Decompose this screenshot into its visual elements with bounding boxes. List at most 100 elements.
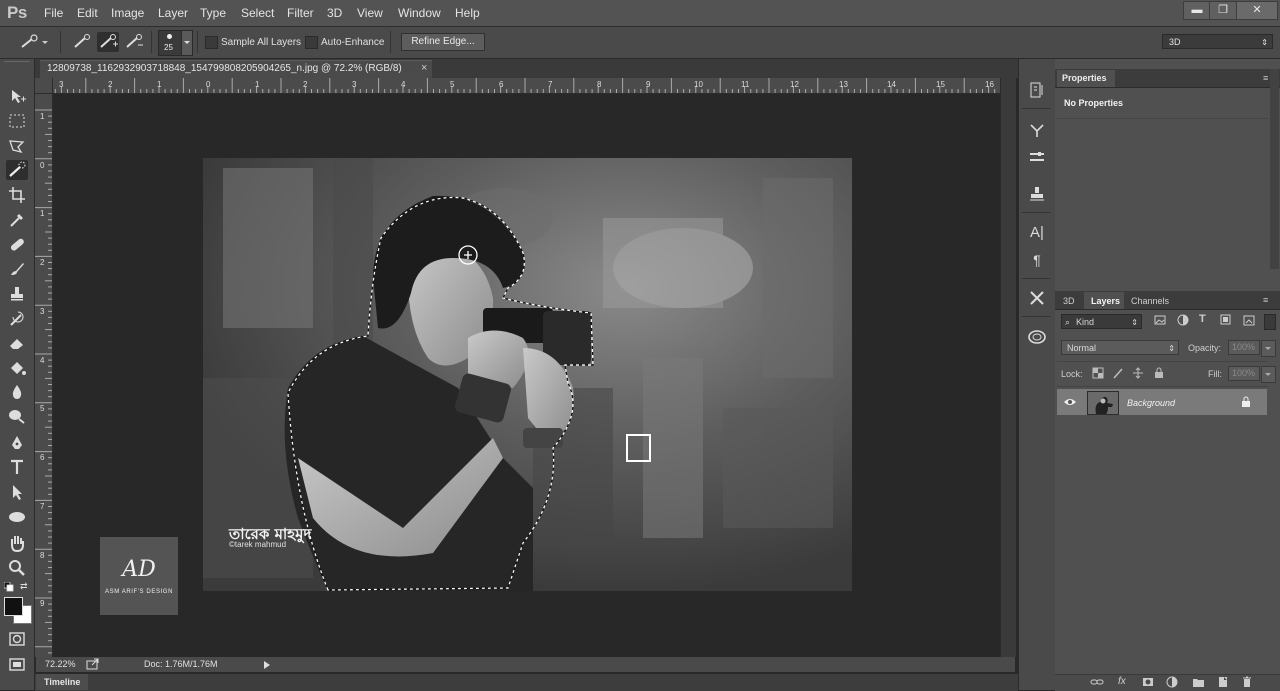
add-mask-icon[interactable] <box>1142 676 1154 691</box>
menu-window[interactable]: Window <box>398 6 441 20</box>
opacity-dropdown[interactable] <box>1261 340 1276 357</box>
properties-scrollbar[interactable] <box>1270 69 1279 269</box>
lock-pixels-icon[interactable] <box>1112 367 1124 379</box>
export-icon[interactable] <box>86 658 100 670</box>
shape-tool[interactable] <box>6 507 28 527</box>
brush-tool[interactable] <box>6 259 28 279</box>
healing-brush-tool[interactable] <box>6 235 28 255</box>
new-adjustment-layer-icon[interactable] <box>1166 676 1178 691</box>
fill-dropdown[interactable] <box>1261 366 1276 383</box>
delete-layer-icon[interactable] <box>1241 676 1253 691</box>
ruler-horizontal[interactable]: 3 2 1 0 1 2 3 4 5 6 7 8 9 10 11 12 13 14… <box>35 78 1000 94</box>
lock-position-icon[interactable] <box>1132 367 1144 379</box>
auto-enhance-checkbox[interactable] <box>305 36 318 49</box>
new-selection-mode[interactable] <box>72 33 92 51</box>
link-layers-icon[interactable] <box>1090 676 1104 691</box>
eraser-tool[interactable] <box>6 333 28 353</box>
filter-shape-icon[interactable] <box>1220 314 1232 326</box>
menu-file[interactable]: File <box>44 6 63 20</box>
new-layer-icon[interactable] <box>1217 676 1229 691</box>
subtract-from-selection-mode[interactable] <box>124 33 144 51</box>
refine-edge-button[interactable]: Refine Edge... <box>401 33 485 51</box>
blur-tool[interactable] <box>6 382 28 402</box>
type-tool[interactable] <box>6 457 28 477</box>
menu-view[interactable]: View <box>357 6 383 20</box>
document-image[interactable]: তারেক মাহমুদ ©tarek mahmud <box>203 158 852 591</box>
filter-adjustment-icon[interactable] <box>1177 314 1189 326</box>
character-panel-icon[interactable]: A| <box>1027 223 1047 243</box>
brush-size-picker[interactable]: 25 <box>158 30 182 56</box>
lock-transparent-icon[interactable] <box>1092 367 1104 379</box>
path-selection-tool[interactable] <box>6 482 28 502</box>
toolbar-grip[interactable] <box>4 61 30 67</box>
tab-layers[interactable]: Layers <box>1091 296 1120 306</box>
clone-source-panel-icon[interactable] <box>1027 184 1047 204</box>
panel-menu-icon[interactable]: ≡ <box>1263 295 1268 305</box>
status-menu-arrow-icon[interactable] <box>263 660 271 670</box>
filter-toggle[interactable] <box>1264 314 1276 330</box>
menu-type[interactable]: Type <box>200 6 226 20</box>
eyedropper-tool[interactable] <box>6 209 28 229</box>
restore-button[interactable]: ❐ <box>1209 1 1237 20</box>
brush-size-dropdown[interactable] <box>181 30 193 56</box>
status-zoom[interactable]: 72.22% <box>45 659 76 669</box>
new-group-icon[interactable] <box>1192 676 1205 691</box>
no-properties-message: No Properties <box>1064 98 1124 108</box>
quick-selection-tool[interactable] <box>6 160 28 180</box>
ruler-vertical[interactable]: 1 0 1 2 3 4 5 6 7 8 9 <box>35 93 53 657</box>
eye-icon[interactable] <box>1063 397 1077 407</box>
pen-tool[interactable] <box>6 433 28 453</box>
lock-all-icon[interactable] <box>1153 367 1165 379</box>
layer-style-fx-icon[interactable]: fx <box>1118 676 1126 687</box>
filter-pixel-icon[interactable] <box>1154 314 1166 326</box>
layer-filter-kind-select[interactable]: ⌕ Kind ⇕ <box>1061 314 1142 329</box>
adjustments-panel-icon[interactable] <box>1027 119 1047 139</box>
menu-help[interactable]: Help <box>455 6 480 20</box>
hand-tool[interactable] <box>6 533 28 553</box>
screen-mode-tool[interactable] <box>6 654 28 674</box>
filter-smart-object-icon[interactable] <box>1243 314 1255 326</box>
dodge-tool[interactable] <box>6 406 28 426</box>
menu-3d[interactable]: 3D <box>327 6 342 20</box>
marquee-tool[interactable] <box>6 111 28 131</box>
swap-colors-icon[interactable]: ⇄ <box>20 581 30 591</box>
close-tab-icon[interactable]: × <box>421 62 427 74</box>
filter-type-icon[interactable]: T <box>1199 313 1206 325</box>
brush-settings-panel-icon[interactable] <box>1027 147 1047 167</box>
history-brush-tool[interactable] <box>6 309 28 329</box>
close-window-button[interactable]: ✕ <box>1236 1 1278 20</box>
tool-presets-panel-icon[interactable] <box>1027 288 1047 308</box>
fill-field[interactable]: 100% <box>1228 366 1260 381</box>
layer-name[interactable]: Background <box>1127 398 1175 408</box>
menu-edit[interactable]: Edit <box>77 6 98 20</box>
minimize-button[interactable]: ▬ <box>1183 1 1211 20</box>
paragraph-panel-icon[interactable]: ¶ <box>1027 250 1047 270</box>
screen-mode-icon <box>9 658 25 671</box>
menu-image[interactable]: Image <box>111 6 144 20</box>
menu-filter[interactable]: Filter <box>287 6 314 20</box>
lasso-tool[interactable] <box>6 136 28 156</box>
workspace-select[interactable]: 3D ⇕ <box>1162 34 1273 49</box>
zoom-tool[interactable] <box>6 557 28 577</box>
opacity-field[interactable]: 100% <box>1228 340 1260 355</box>
foreground-color-swatch[interactable] <box>4 597 23 616</box>
paint-bucket-tool[interactable] <box>6 358 28 378</box>
tab-3d[interactable]: 3D <box>1063 296 1075 306</box>
sample-all-layers-checkbox[interactable] <box>205 36 218 49</box>
move-tool[interactable] <box>6 86 28 106</box>
3d-panel-icon[interactable] <box>1027 327 1047 347</box>
ruler-origin[interactable] <box>35 78 53 94</box>
quick-mask-tool[interactable] <box>6 629 28 649</box>
panel-menu-icon[interactable]: ≡ <box>1263 73 1268 83</box>
history-panel-icon[interactable] <box>1027 80 1047 100</box>
add-to-selection-mode[interactable] <box>97 32 119 52</box>
menu-layer[interactable]: Layer <box>158 6 188 20</box>
default-colors-icon[interactable] <box>3 581 14 592</box>
menu-select[interactable]: Select <box>241 6 274 20</box>
tab-channels[interactable]: Channels <box>1131 296 1169 306</box>
blend-mode-select[interactable]: Normal ⇕ <box>1061 340 1179 355</box>
vertical-scrollbar[interactable] <box>1000 78 1016 657</box>
crop-tool[interactable] <box>6 185 28 205</box>
tool-preset-picker[interactable] <box>18 33 48 51</box>
clone-stamp-tool[interactable] <box>6 284 28 304</box>
